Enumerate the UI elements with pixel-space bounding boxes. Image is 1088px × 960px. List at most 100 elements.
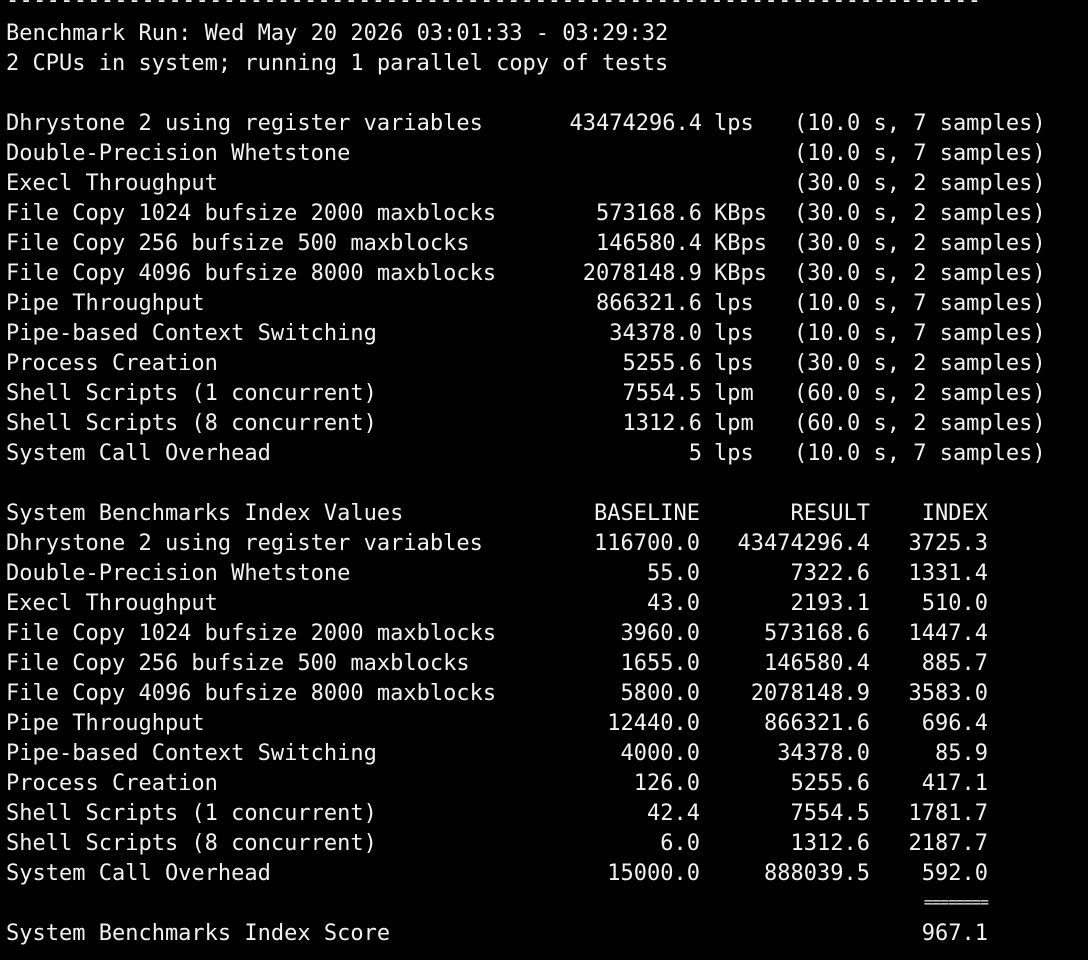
result-timing: (30.0 s, 2 samples) bbox=[794, 351, 1046, 376]
result-name: File Copy 4096 bufsize 8000 maxblocks bbox=[6, 261, 497, 286]
result-unit: lpm bbox=[714, 381, 754, 406]
index-row-baseline: 55.0 bbox=[647, 561, 700, 586]
index-row-index: 592.0 bbox=[921, 861, 988, 886]
result-name: Dhrystone 2 using register variables bbox=[6, 111, 483, 136]
index-row-index: 885.7 bbox=[921, 651, 988, 676]
index-row-result: 7554.5 bbox=[790, 801, 870, 826]
column-header-baseline: BASELINE bbox=[594, 501, 700, 526]
score-separator: ======== bbox=[923, 893, 989, 911]
index-row-index: 3725.3 bbox=[908, 531, 988, 556]
index-row-result: 888039.5 bbox=[764, 861, 870, 886]
result-unit bbox=[714, 169, 784, 199]
index-row-name: System Call Overhead bbox=[6, 861, 271, 886]
terminal-output: ----------------------------------------… bbox=[0, 0, 1088, 960]
index-row-index: 696.4 bbox=[921, 711, 988, 736]
result-value bbox=[540, 169, 702, 199]
result-unit: lps bbox=[714, 111, 754, 136]
result-name: Execl Throughput bbox=[6, 171, 218, 196]
result-timing: (10.0 s, 7 samples) bbox=[794, 321, 1046, 346]
result-name: Pipe-based Context Switching bbox=[6, 321, 377, 346]
result-unit: lps bbox=[714, 291, 754, 316]
index-row-name: Process Creation bbox=[6, 771, 218, 796]
result-name: Pipe Throughput bbox=[6, 291, 205, 316]
index-row-index: 2187.7 bbox=[908, 831, 988, 856]
index-row-baseline: 4000.0 bbox=[620, 741, 700, 766]
result-name: System Call Overhead bbox=[6, 441, 271, 466]
result-value bbox=[540, 139, 702, 169]
index-row-name: Shell Scripts (1 concurrent) bbox=[6, 801, 377, 826]
result-value: 5 bbox=[688, 441, 702, 466]
result-unit: lps bbox=[714, 321, 754, 346]
index-row-baseline: 12440.0 bbox=[607, 711, 700, 736]
cpu-info-line: 2 CPUs in system; running 1 parallel cop… bbox=[6, 51, 669, 76]
result-unit: lps bbox=[714, 351, 754, 376]
separator-line: ----------------------------------------… bbox=[6, 0, 982, 13]
index-row-baseline: 3960.0 bbox=[620, 621, 700, 646]
index-row-name: Pipe-based Context Switching bbox=[6, 741, 377, 766]
result-unit: KBps bbox=[714, 231, 767, 256]
index-row-name: Dhrystone 2 using register variables bbox=[6, 531, 483, 556]
index-row-result: 1312.6 bbox=[790, 831, 870, 856]
result-unit: lpm bbox=[714, 411, 754, 436]
result-name: Shell Scripts (8 concurrent) bbox=[6, 411, 377, 436]
column-header-index: INDEX bbox=[921, 501, 988, 526]
index-row-name: File Copy 256 bufsize 500 maxblocks bbox=[6, 651, 470, 676]
index-row-result: 2078148.9 bbox=[750, 681, 870, 706]
index-row-baseline: 6.0 bbox=[660, 831, 700, 856]
index-row-result: 2193.1 bbox=[790, 591, 870, 616]
index-row-index: 1447.4 bbox=[908, 621, 988, 646]
index-row-name: Double-Precision Whetstone bbox=[6, 561, 351, 586]
index-row-result: 146580.4 bbox=[764, 651, 870, 676]
result-timing: (30.0 s, 2 samples) bbox=[794, 231, 1046, 256]
result-unit: lps bbox=[714, 441, 754, 466]
index-score-value: 967.1 bbox=[921, 921, 988, 946]
index-row-baseline: 42.4 bbox=[647, 801, 700, 826]
index-row-index: 1331.4 bbox=[908, 561, 988, 586]
result-value: 5255.6 bbox=[622, 351, 702, 376]
index-row-index: 3583.0 bbox=[908, 681, 988, 706]
index-row-index: 510.0 bbox=[921, 591, 988, 616]
result-timing: (10.0 s, 7 samples) bbox=[794, 111, 1046, 136]
result-name: Double-Precision Whetstone bbox=[6, 141, 351, 166]
benchmark-run-line: Benchmark Run: Wed May 20 2026 03:01:33 … bbox=[6, 21, 669, 46]
index-row-baseline: 126.0 bbox=[633, 771, 700, 796]
index-row-baseline: 15000.0 bbox=[607, 861, 700, 886]
result-unit: KBps bbox=[714, 201, 767, 226]
result-name: File Copy 1024 bufsize 2000 maxblocks bbox=[6, 201, 497, 226]
result-timing: (10.0 s, 7 samples) bbox=[794, 441, 1046, 466]
index-row-result: 866321.6 bbox=[764, 711, 870, 736]
result-timing: (30.0 s, 2 samples) bbox=[794, 261, 1046, 286]
result-timing: (10.0 s, 7 samples) bbox=[794, 291, 1046, 316]
index-row-name: Pipe Throughput bbox=[6, 711, 205, 736]
index-row-index: 417.1 bbox=[921, 771, 988, 796]
result-value: 573168.6 bbox=[596, 201, 702, 226]
result-name: Shell Scripts (1 concurrent) bbox=[6, 381, 377, 406]
result-name: Process Creation bbox=[6, 351, 218, 376]
result-value: 1312.6 bbox=[622, 411, 702, 436]
result-value: 43474296.4 bbox=[569, 111, 702, 136]
result-timing: (30.0 s, 2 samples) bbox=[794, 201, 1046, 226]
result-value: 2078148.9 bbox=[582, 261, 702, 286]
result-value: 34378.0 bbox=[609, 321, 702, 346]
index-row-index: 85.9 bbox=[935, 741, 988, 766]
result-unit: KBps bbox=[714, 261, 767, 286]
result-timing: (30.0 s, 2 samples) bbox=[794, 171, 1046, 196]
result-value: 146580.4 bbox=[596, 231, 702, 256]
index-row-name: Shell Scripts (8 concurrent) bbox=[6, 831, 377, 856]
index-row-index: 1781.7 bbox=[908, 801, 988, 826]
index-row-baseline: 43.0 bbox=[647, 591, 700, 616]
index-row-name: File Copy 4096 bufsize 8000 maxblocks bbox=[6, 681, 497, 706]
index-row-name: Execl Throughput bbox=[6, 591, 218, 616]
result-timing: (10.0 s, 7 samples) bbox=[794, 141, 1046, 166]
index-row-name: File Copy 1024 bufsize 2000 maxblocks bbox=[6, 621, 497, 646]
result-value: 866321.6 bbox=[596, 291, 702, 316]
index-row-result: 7322.6 bbox=[790, 561, 870, 586]
result-value: 7554.5 bbox=[622, 381, 702, 406]
index-row-baseline: 5800.0 bbox=[620, 681, 700, 706]
column-header-result: RESULT bbox=[790, 501, 870, 526]
index-row-baseline: 1655.0 bbox=[620, 651, 700, 676]
index-row-result: 34378.0 bbox=[777, 741, 870, 766]
index-table-title: System Benchmarks Index Values bbox=[6, 501, 404, 526]
result-timing: (60.0 s, 2 samples) bbox=[794, 381, 1046, 406]
index-row-baseline: 116700.0 bbox=[594, 531, 700, 556]
